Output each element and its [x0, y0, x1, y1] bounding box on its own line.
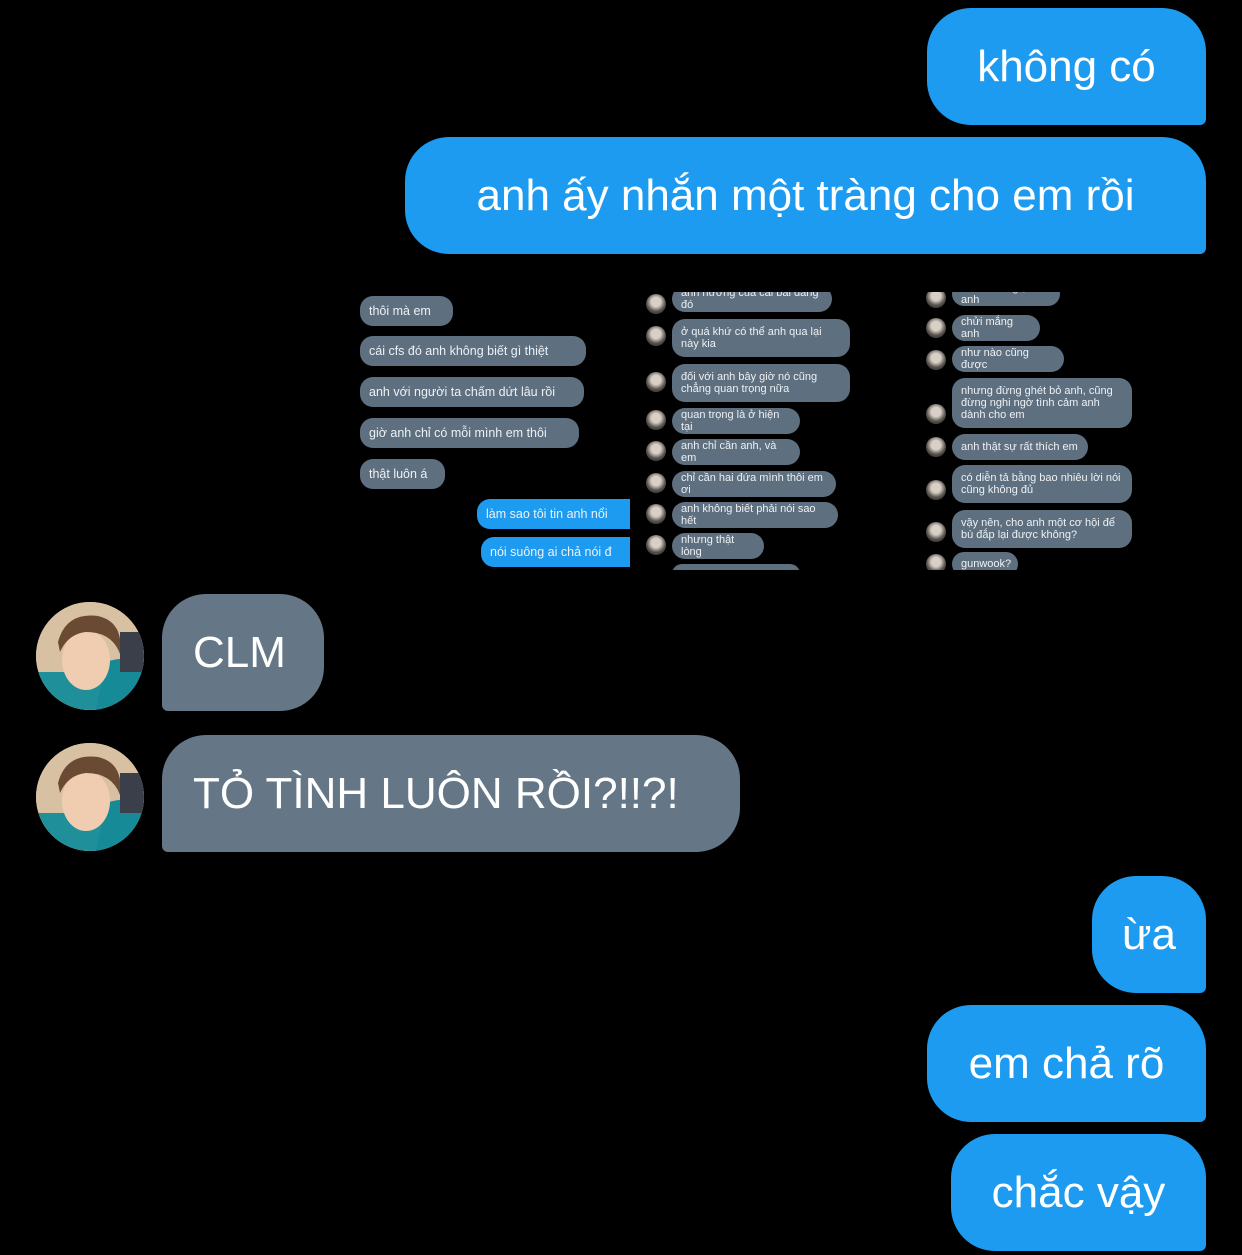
mini-avatar-icon: [926, 480, 946, 500]
avatar-photo-icon: [36, 743, 144, 851]
screenshot-bubble: anh với người ta chấm dứt lâu rồi: [360, 377, 584, 407]
mini-avatar-icon: [926, 522, 946, 542]
screenshot-bubble: cái cfs đó anh không biết gì thiệt: [360, 336, 586, 366]
message-bubble-outgoing[interactable]: anh ấy nhắn một tràng cho em rồi: [405, 137, 1206, 254]
screenshot-bubble: nhưng đừng ghét bỏ anh, cũng đừng nghi n…: [952, 378, 1132, 428]
message-text: CLM: [193, 627, 286, 677]
message-text: em chả rõ: [968, 1038, 1165, 1088]
message-bubble-incoming[interactable]: TỎ TÌNH LUÔN RỒI?!!?!: [162, 735, 740, 852]
screenshot-bubble: đối với anh bây giờ nó cũng chẳng quan t…: [672, 364, 850, 402]
screenshot-bubble: em có thể giận anh: [952, 292, 1060, 306]
mini-avatar-icon: [646, 410, 666, 430]
message-text: anh ấy nhắn một tràng cho em rồi: [476, 170, 1135, 220]
screenshot-bubble: chỉ cần hai đứa mình thôi em ơi: [672, 471, 836, 497]
mini-avatar-icon: [646, 326, 666, 346]
screenshot-bubble: nói suông ai chả nói đ: [481, 537, 630, 567]
mini-avatar-icon: [926, 292, 946, 308]
mini-avatar-icon: [926, 350, 946, 370]
message-bubble-outgoing[interactable]: chắc vậy: [951, 1134, 1206, 1251]
screenshot-bubble: nhưng thật lòng: [672, 533, 764, 559]
user-avatar[interactable]: [36, 602, 144, 710]
screenshot-bubble: thật luôn á: [360, 459, 445, 489]
screenshot-column: ảnh hưởng của cái bài đăng đó ở quá khứ …: [642, 292, 904, 570]
message-text: chắc vậy: [991, 1167, 1166, 1217]
screenshot-bubble: [672, 564, 800, 570]
mini-avatar-icon: [646, 504, 666, 524]
message-text: không có: [977, 41, 1156, 91]
user-avatar[interactable]: [36, 743, 144, 851]
mini-avatar-icon: [646, 473, 666, 493]
screenshot-bubble: giờ anh chỉ có mỗi mình em thôi: [360, 418, 579, 448]
screenshot-bubble: anh thật sự rất thích em: [952, 434, 1088, 460]
message-bubble-outgoing[interactable]: em chả rõ: [927, 1005, 1206, 1122]
message-text: ừa: [1122, 909, 1176, 959]
mini-avatar-icon: [646, 372, 666, 392]
screenshot-bubble: vậy nên, cho anh một cơ hội để bù đắp lạ…: [952, 510, 1132, 548]
screenshot-bubble: anh chỉ cần anh, và em: [672, 439, 800, 465]
message-bubble-outgoing[interactable]: không có: [927, 8, 1206, 125]
screenshot-bubble: thôi mà em: [360, 296, 453, 326]
mini-avatar-icon: [646, 535, 666, 555]
screenshot-column: thôi mà em cái cfs đó anh không biết gì …: [360, 292, 630, 570]
mini-avatar-icon: [646, 441, 666, 461]
screenshot-bubble: gunwook?: [952, 552, 1018, 570]
screenshot-bubble: quan trọng là ở hiện tại: [672, 408, 800, 434]
screenshot-bubble: ở quá khứ có thể anh qua lại này kia: [672, 319, 850, 357]
screenshot-bubble: như nào cũng được: [952, 346, 1064, 372]
mini-avatar-icon: [926, 318, 946, 338]
mini-avatar-icon: [926, 437, 946, 457]
avatar-photo-icon: [36, 602, 144, 710]
screenshot-bubble: làm sao tôi tin anh nổi: [477, 499, 630, 529]
screenshot-bubble: có diễn tả bằng bao nhiêu lời nói cũng k…: [952, 465, 1132, 503]
mini-avatar-icon: [926, 404, 946, 424]
mini-avatar-icon: [646, 294, 666, 314]
message-bubble-incoming[interactable]: CLM: [162, 594, 324, 711]
mini-avatar-icon: [926, 554, 946, 570]
screenshot-column: em có thể giận anh chửi mắng anh như nào…: [920, 292, 1182, 570]
screenshot-bubble: chửi mắng anh: [952, 315, 1040, 341]
screenshot-bubble: anh không biết phải nói sao hết: [672, 502, 838, 528]
screenshot-bubble: ảnh hưởng của cái bài đăng đó: [672, 292, 832, 312]
message-bubble-outgoing[interactable]: ừa: [1092, 876, 1206, 993]
chat-screenshot-image[interactable]: thôi mà em cái cfs đó anh không biết gì …: [360, 292, 1182, 570]
message-text: TỎ TÌNH LUÔN RỒI?!!?!: [193, 768, 679, 818]
